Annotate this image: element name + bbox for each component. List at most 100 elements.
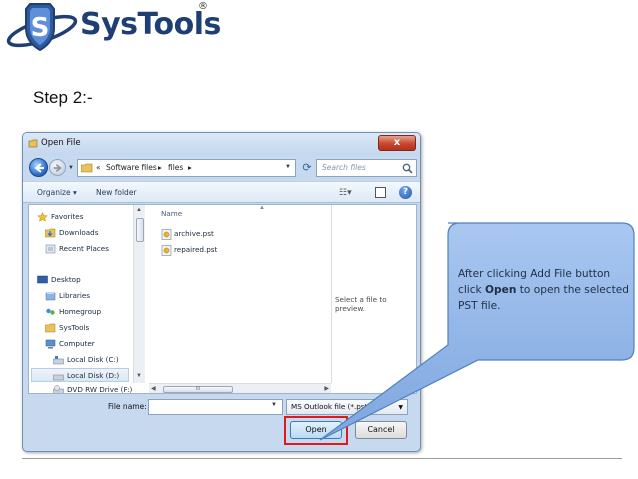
sidebar-item-homegroup[interactable]: Homegroup xyxy=(45,305,101,319)
sidebar-item-favorites[interactable]: Favorites xyxy=(37,210,83,224)
sidebar-item-label: Local Disk (C:) xyxy=(67,355,119,364)
svg-text:S: S xyxy=(31,13,50,43)
search-icon[interactable] xyxy=(402,163,413,174)
scroll-thumb[interactable]: III xyxy=(163,386,233,393)
dialog-titlebar: Open File x xyxy=(23,133,420,155)
navigation-bar: ▼ « Software files ▸ files ▸ ▼ ⟳ Search … xyxy=(23,155,420,181)
downloads-folder-icon xyxy=(44,228,56,238)
open-button-highlight xyxy=(284,416,348,445)
new-folder-button[interactable]: New folder xyxy=(96,188,137,197)
refresh-icon[interactable]: ⟳ xyxy=(300,160,314,176)
organize-button[interactable]: Organize ▾ xyxy=(37,188,77,197)
sidebar-item-label: Downloads xyxy=(59,228,99,237)
file-list: Name ▲ archive.pst repaired.pst xyxy=(149,205,331,383)
sidebar-item-local-disk-c[interactable]: Local Disk (C:) xyxy=(53,353,119,367)
scroll-right-icon[interactable]: ▶ xyxy=(324,385,329,392)
callout-open-keyword: Open xyxy=(485,284,517,296)
file-item-archive[interactable]: archive.pst xyxy=(161,227,214,241)
sidebar-item-recent-places[interactable]: Recent Places xyxy=(45,242,109,256)
dialog-content: Favorites Downloads Recent Places Deskto… xyxy=(28,204,417,394)
dvd-drive-icon xyxy=(53,385,64,393)
drive-icon xyxy=(53,371,64,381)
back-arrow-icon xyxy=(34,163,44,173)
chevron-down-icon: ▼ xyxy=(398,404,403,411)
dialog-title: Open File xyxy=(41,138,81,148)
file-type-select[interactable]: MS Outlook file (*.pst) ▼ xyxy=(286,399,408,415)
file-type-value: MS Outlook file (*.pst) xyxy=(291,402,371,411)
brand-name: SysTools xyxy=(80,7,221,42)
folder-icon xyxy=(44,323,56,333)
sidebar-item-label: SysTools xyxy=(59,323,90,332)
sidebar-item-desktop[interactable]: Desktop xyxy=(37,273,81,287)
recent-locations-dropdown[interactable]: ▼ xyxy=(68,165,74,171)
file-name: repaired.pst xyxy=(174,245,218,254)
chevron-down-icon[interactable]: ▼ xyxy=(285,164,291,170)
open-file-icon xyxy=(28,139,38,148)
scroll-up-icon[interactable]: ▲ xyxy=(136,207,142,213)
file-name-input[interactable] xyxy=(148,399,283,415)
breadcrumb-files[interactable]: files xyxy=(168,163,183,172)
views-icon[interactable]: ☷▾ xyxy=(339,187,355,199)
footer-divider xyxy=(22,458,622,459)
computer-icon xyxy=(45,339,56,349)
breadcrumb-overflow[interactable]: « xyxy=(96,163,101,172)
systools-logo: S SysTools ® xyxy=(2,0,221,58)
sidebar-item-downloads[interactable]: Downloads xyxy=(44,226,99,240)
command-toolbar: Organize ▾ New folder ☷▾ ? xyxy=(23,181,420,203)
sidebar-item-label: Libraries xyxy=(59,291,91,300)
sidebar-item-dvd-drive[interactable]: DVD RW Drive (F:) xyxy=(53,383,133,394)
help-icon[interactable]: ? xyxy=(399,186,412,199)
sidebar-item-label: Computer xyxy=(59,339,95,348)
sidebar-item-systools[interactable]: SysTools xyxy=(44,321,90,335)
desktop-icon xyxy=(37,275,48,285)
folder-icon xyxy=(81,163,93,173)
forward-arrow-icon xyxy=(53,164,62,172)
sort-arrow-icon: ▲ xyxy=(259,205,265,211)
pst-file-icon xyxy=(161,244,172,256)
breadcrumb-software-files[interactable]: Software files xyxy=(106,163,157,172)
file-name: archive.pst xyxy=(174,229,214,238)
search-placeholder: Search files xyxy=(322,163,366,172)
drive-icon xyxy=(53,355,64,365)
navigation-pane: Favorites Downloads Recent Places Deskto… xyxy=(29,205,133,394)
preview-placeholder: Select a file to preview. xyxy=(335,295,387,313)
column-header-name[interactable]: Name xyxy=(161,209,182,218)
scroll-down-icon[interactable]: ▼ xyxy=(136,373,142,379)
open-file-dialog: Open File x ▼ « Software files ▸ files ▸… xyxy=(22,132,421,452)
registered-mark: ® xyxy=(198,1,208,12)
star-icon xyxy=(37,211,48,222)
sidebar-item-label: Favorites xyxy=(51,212,84,221)
sidebar-item-label: Homegroup xyxy=(59,307,102,316)
sidebar-item-computer[interactable]: Computer xyxy=(45,337,95,351)
recent-places-icon xyxy=(45,244,56,254)
sidebar-item-local-disk-d[interactable]: Local Disk (D:) xyxy=(31,368,129,382)
cancel-button[interactable]: Cancel xyxy=(355,421,407,439)
back-button[interactable] xyxy=(29,158,48,177)
horizontal-scrollbar[interactable]: ◀ III ▶ xyxy=(149,383,331,393)
close-button[interactable]: x xyxy=(378,135,416,151)
scroll-left-icon[interactable]: ◀ xyxy=(151,385,156,392)
sidebar-item-libraries[interactable]: Libraries xyxy=(45,289,90,303)
scroll-thumb[interactable] xyxy=(136,218,144,242)
homegroup-icon xyxy=(45,307,56,317)
systools-shield-icon: S xyxy=(6,3,78,52)
preview-pane-icon[interactable] xyxy=(375,187,386,198)
chevron-down-icon[interactable]: ▼ xyxy=(271,402,277,408)
file-item-repaired[interactable]: repaired.pst xyxy=(161,243,217,257)
callout-text: After clicking Add File button click Ope… xyxy=(458,266,636,314)
search-input[interactable]: Search files xyxy=(316,159,417,177)
navigation-scrollbar[interactable]: ▲ ▼ xyxy=(133,205,145,383)
sidebar-item-label: Recent Places xyxy=(59,244,109,253)
libraries-icon xyxy=(45,291,56,301)
sidebar-item-label: DVD RW Drive (F:) xyxy=(67,385,133,394)
breadcrumb-separator[interactable]: ▸ xyxy=(158,163,162,172)
sidebar-item-label: Desktop xyxy=(51,275,81,284)
forward-button[interactable] xyxy=(49,159,66,176)
address-bar[interactable]: « Software files ▸ files ▸ ▼ xyxy=(77,159,296,177)
file-name-label: File name: xyxy=(108,402,147,411)
pst-file-icon xyxy=(161,228,172,240)
sidebar-item-label: Local Disk (D:) xyxy=(67,371,120,380)
preview-divider xyxy=(331,205,332,383)
step-title: Step 2:- xyxy=(33,88,93,107)
breadcrumb-separator[interactable]: ▸ xyxy=(188,163,192,172)
